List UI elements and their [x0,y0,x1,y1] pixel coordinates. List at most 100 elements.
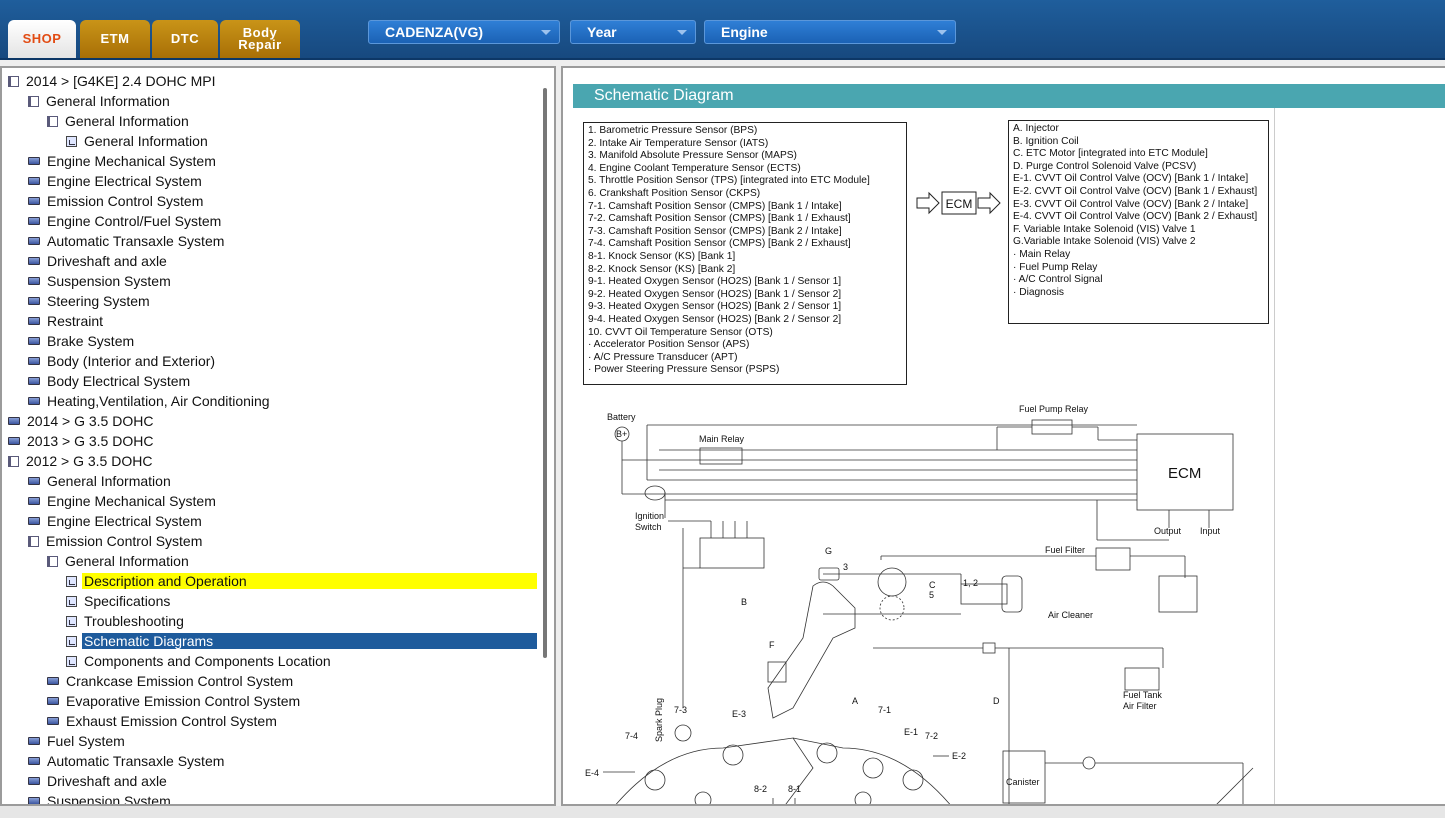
tree-item[interactable]: Body Electrical System [28,372,192,390]
tab-shop[interactable]: SHOP [8,20,76,58]
fuel-pump-box [1158,575,1198,613]
tree-item[interactable]: Troubleshooting [66,612,186,630]
tree-item[interactable]: Engine Electrical System [28,172,204,190]
book-open-icon [28,535,39,547]
label-c: C [929,580,936,590]
tree-item-label: Steering System [47,293,150,309]
top-toolbar: SHOP ETM DTC Body Repair CADENZA(VG) Yea… [0,0,1445,60]
book-closed-icon [28,257,40,265]
tree-item[interactable]: Automatic Transaxle System [28,752,226,770]
tree-item-label: Specifications [84,593,171,609]
chevron-down-icon [937,30,947,35]
tree-item[interactable]: Description and Operation [66,572,537,590]
tree-item[interactable]: Components and Components Location [66,652,333,670]
intake-manifold [767,581,856,719]
chevron-down-icon [677,30,687,35]
label-7-1: 7-1 [878,705,891,715]
engine-select[interactable]: Engine [704,20,956,44]
tree-item-label: Emission Control System [47,193,204,209]
tree-item[interactable]: Body (Interior and Exterior) [28,352,217,370]
tree-item[interactable]: Heating,Ventilation, Air Conditioning [28,392,272,410]
tree-item[interactable]: Fuel System [28,732,127,750]
tab-body-repair[interactable]: Body Repair [220,20,300,58]
tree-item[interactable]: 2012 > G 3.5 DOHC [8,452,154,470]
label-3: 3 [843,562,848,572]
tab-etm[interactable]: ETM [80,20,150,58]
book-closed-icon [28,317,40,325]
tree-item-label: 2014 > G 3.5 DOHC [27,413,154,429]
document-icon [66,595,77,607]
tree-item[interactable]: Automatic Transaxle System [28,232,226,250]
tree-item-label: Engine Mechanical System [47,493,216,509]
tree-item[interactable]: 2013 > G 3.5 DOHC [8,432,155,450]
tree-item[interactable]: Crankcase Emission Control System [47,672,295,690]
book-closed-icon [28,157,40,165]
tab-dtc[interactable]: DTC [152,20,218,58]
fuel-filter-box [1095,547,1131,571]
tree-item[interactable]: Driveshaft and axle [28,252,169,270]
tree-item[interactable]: Exhaust Emission Control System [47,712,279,730]
ignition-switch [644,485,666,501]
cam-sensor-7-2 [902,769,924,791]
tree-item-label: Schematic Diagrams [82,633,537,649]
tree-item[interactable]: Emission Control System [28,532,204,550]
label-battery: Battery [607,412,636,422]
tree-item[interactable]: Schematic Diagrams [66,632,537,650]
label-e-1: E-1 [904,727,918,737]
tree-item[interactable]: Engine Electrical System [28,512,204,530]
tree-item[interactable]: Driveshaft and axle [28,772,169,790]
fuel-tank-air-filter-box [1124,667,1160,691]
label-ecm: ECM [1168,465,1201,482]
year-select-value: Year [587,24,617,40]
tree-item[interactable]: Restraint [28,312,105,330]
tree-item-label: Components and Components Location [84,653,331,669]
tree-item-label: Crankcase Emission Control System [66,673,294,689]
tree-item[interactable]: Engine Mechanical System [28,152,218,170]
tree-item[interactable]: Suspension System [28,792,173,804]
label-fuel-tank-air-filter: Fuel Tank Air Filter [1123,690,1162,711]
label-1-2: 1, 2 [963,578,978,588]
book-closed-icon [47,717,59,725]
label-a: A [852,696,858,706]
tree-item[interactable]: Specifications [66,592,172,610]
combustion-chamber-2 [694,791,712,804]
tree-item[interactable]: Steering System [28,292,152,310]
tree-item[interactable]: General Information [47,552,191,570]
tree-scrollbar[interactable] [543,88,547,658]
tree-item-label: Automatic Transaxle System [47,753,225,769]
tree-item[interactable]: Engine Control/Fuel System [28,212,223,230]
tree-item[interactable]: General Information [28,92,172,110]
book-open-icon [47,115,58,127]
label-g: G [825,546,832,556]
tree-item[interactable]: General Information [28,472,173,490]
label-7-2: 7-2 [925,731,938,741]
book-open-icon [8,75,19,87]
tree-item[interactable]: Evaporative Emission Control System [47,692,302,710]
book-closed-icon [47,697,59,705]
label-b: B [741,597,747,607]
tree-item[interactable]: Suspension System [28,272,173,290]
cam-sensor-7-3 [674,724,692,742]
wiring-lines [603,419,1254,804]
purge-valve [982,642,996,654]
tree-item[interactable]: 2014 > [G4KE] 2.4 DOHC MPI [8,72,217,90]
book-closed-icon [28,297,40,305]
tree-item[interactable]: Engine Mechanical System [28,492,218,510]
content-pane: Schematic Diagram 1. Barometric Pressure… [561,66,1445,806]
model-select-value: CADENZA(VG) [385,24,483,40]
cvvt-e3 [722,744,744,766]
tree-item-label: Heating,Ventilation, Air Conditioning [47,393,270,409]
book-closed-icon [28,737,40,745]
tree-item-label: Troubleshooting [84,613,184,629]
tree-item[interactable]: Brake System [28,332,136,350]
tree-item[interactable]: 2014 > G 3.5 DOHC [8,412,155,430]
tree-item-label: Engine Electrical System [47,173,202,189]
year-select[interactable]: Year [570,20,696,44]
book-closed-icon [47,677,59,685]
book-closed-icon [28,337,40,345]
tree-item[interactable]: General Information [66,132,210,150]
tree-item[interactable]: General Information [47,112,191,130]
schematic-page: 1. Barometric Pressure Sensor (BPS) 2. In… [573,108,1275,804]
model-select[interactable]: CADENZA(VG) [368,20,560,44]
tree-item[interactable]: Emission Control System [28,192,205,210]
